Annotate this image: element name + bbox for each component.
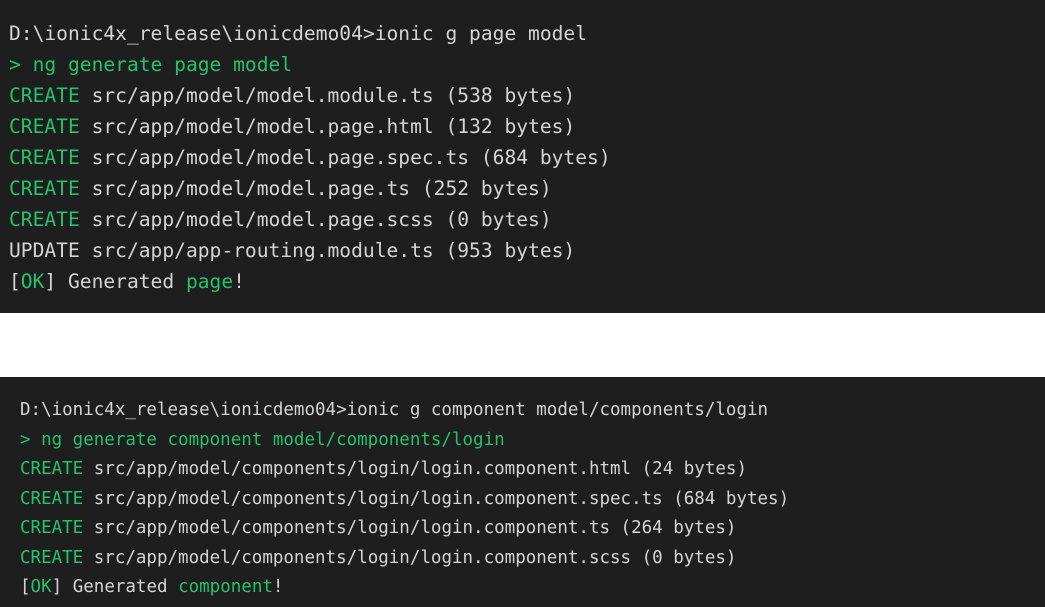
file-path: src/app/model/components/login/login.com…: [83, 547, 737, 568]
output-line: CREATE src/app/model/components/login/lo…: [20, 544, 1045, 574]
file-path: src/app/model/components/login/login.com…: [83, 518, 737, 538]
output-line: CREATE src/app/model/model.page.ts (252 …: [9, 173, 1045, 204]
file-path: src/app/model/components/login/login.com…: [83, 488, 790, 509]
create-label: CREATE: [9, 177, 80, 200]
output-line: CREATE src/app/model/model.module.ts (53…: [9, 80, 1045, 111]
ok-generated-type: component: [178, 577, 273, 597]
output-line: CREATE src/app/model/model.page.html (13…: [9, 111, 1045, 142]
command-prompt-line: D:\ionic4x_release\ionicdemo04>ionic g p…: [9, 22, 588, 45]
ok-exclamation: !: [233, 270, 245, 293]
create-label: CREATE: [9, 84, 80, 107]
file-path: src/app/model/model.page.html (132 bytes…: [79, 115, 576, 138]
terminal-window-page[interactable]: D:\ionic4x_release\ionicdemo04>ionic g p…: [0, 0, 1045, 313]
ok-bracket-close: ]: [44, 270, 57, 293]
ok-message: Generated: [56, 270, 186, 293]
create-label: CREATE: [20, 488, 84, 509]
create-label: CREATE: [20, 459, 84, 479]
ok-bracket-open: [: [9, 270, 21, 293]
output-line: CREATE src/app/model/components/login/lo…: [20, 485, 1045, 515]
ok-generated-type: page: [185, 270, 234, 293]
ng-generate-line: > ng generate component model/components…: [20, 429, 505, 450]
ok-tag: OK: [30, 577, 52, 597]
ok-bracket-open: [: [20, 577, 31, 597]
output-line: CREATE src/app/model/model.page.spec.ts …: [9, 142, 1045, 173]
create-label: CREATE: [20, 518, 84, 538]
create-label: CREATE: [9, 146, 80, 169]
ok-line: [OK] Generated component!: [20, 573, 1045, 603]
ok-bracket-close: ]: [51, 577, 63, 597]
ok-line: [OK] Generated page!: [9, 266, 1045, 297]
ok-message: Generated: [62, 577, 179, 597]
ok-tag: OK: [20, 270, 45, 293]
output-line: CREATE src/app/model/components/login/lo…: [20, 455, 1045, 485]
file-path: src/app/model/components/login/login.com…: [83, 459, 747, 479]
file-path: src/app/model/model.page.ts (252 bytes): [79, 177, 552, 200]
terminal-window-component[interactable]: D:\ionic4x_release\ionicdemo04>ionic g c…: [0, 377, 1045, 607]
file-path: src/app/model/model.page.spec.ts (684 by…: [79, 146, 611, 169]
create-label: CREATE: [9, 115, 80, 138]
output-line: CREATE src/app/model/components/login/lo…: [20, 514, 1045, 544]
file-path: src/app/model/model.module.ts (538 bytes…: [79, 84, 576, 107]
ng-generate-line: > ng generate page model: [9, 53, 293, 76]
command-prompt-line: D:\ionic4x_release\ionicdemo04>ionic g c…: [20, 400, 769, 420]
create-label: CREATE: [9, 208, 80, 231]
ok-exclamation: !: [272, 577, 284, 597]
output-line: CREATE src/app/model/model.page.scss (0 …: [9, 204, 1045, 235]
update-line: UPDATE src/app/app-routing.module.ts (95…: [9, 239, 576, 262]
file-path: src/app/model/model.page.scss (0 bytes): [79, 208, 552, 231]
create-label: CREATE: [20, 547, 84, 568]
